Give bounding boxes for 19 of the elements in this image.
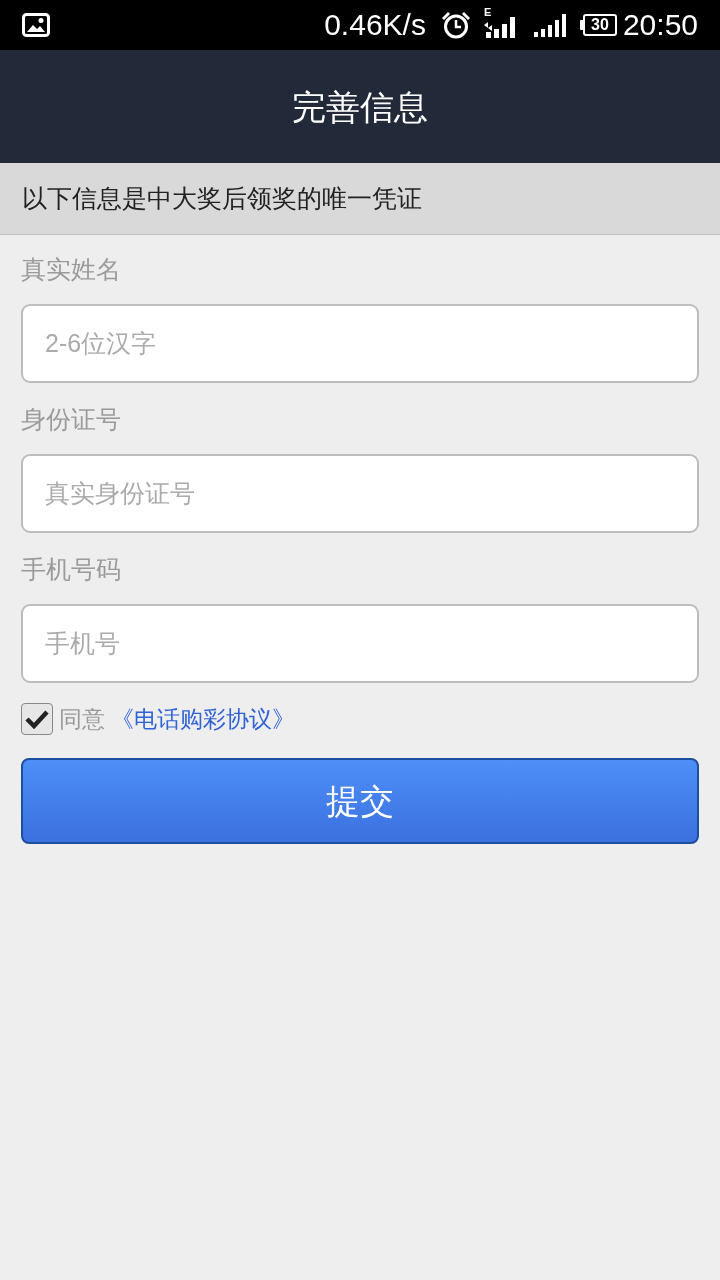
field-label: 身份证号: [21, 407, 121, 433]
agree-checkbox[interactable]: [21, 703, 53, 735]
battery-icon: 30: [579, 14, 617, 36]
input-field[interactable]: 手机号: [21, 604, 699, 683]
agreement-link[interactable]: 《电话购彩协议》: [111, 707, 295, 731]
input-field[interactable]: 真实身份证号: [21, 454, 699, 533]
page-title: 完善信息: [292, 89, 428, 124]
alarm-clock-icon: [440, 11, 471, 39]
field-label: 真实姓名: [21, 257, 121, 283]
network-speed: 0.46K/s: [324, 10, 426, 40]
notice-text: 以下信息是中大奖后领奖的唯一凭证: [22, 186, 422, 211]
signal-bars-icon: [533, 13, 568, 37]
checkmark-icon: [25, 709, 49, 729]
input-field[interactable]: 2-6位汉字: [21, 304, 699, 383]
image-icon: [22, 13, 50, 37]
agree-text: 同意: [59, 707, 105, 731]
clock-time: 20:50: [622, 10, 698, 40]
submit-button[interactable]: 提交: [21, 758, 699, 844]
field-label: 手机号码: [21, 557, 121, 583]
